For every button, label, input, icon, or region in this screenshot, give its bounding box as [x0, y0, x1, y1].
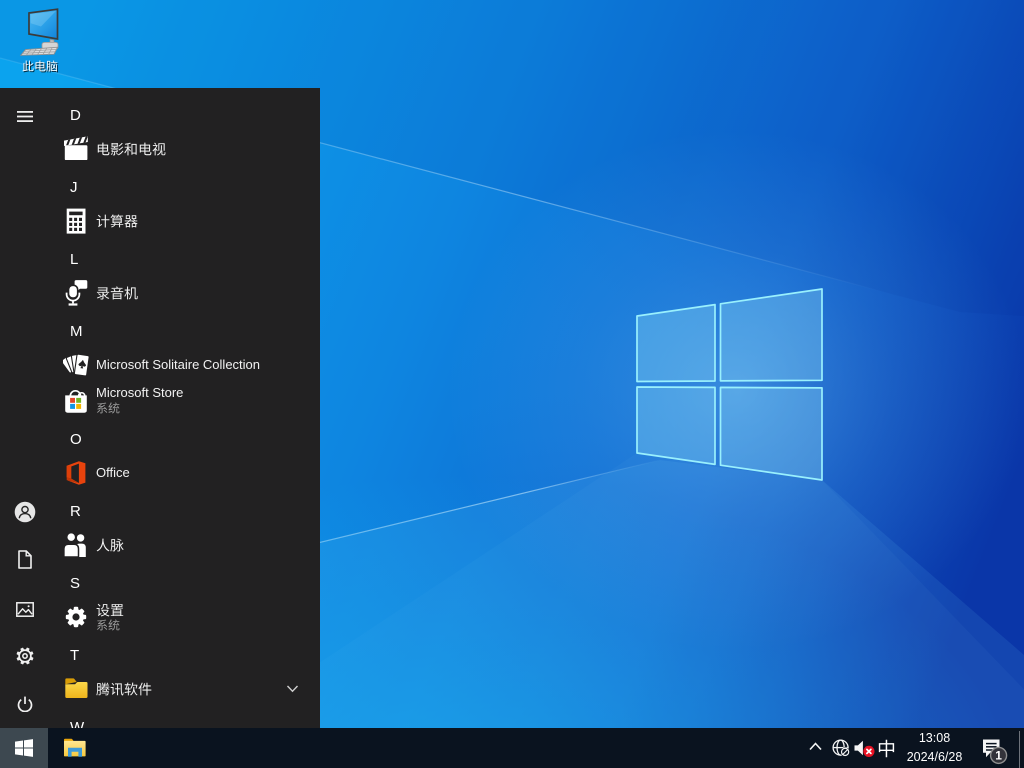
svg-text:1: 1 — [995, 749, 1002, 763]
